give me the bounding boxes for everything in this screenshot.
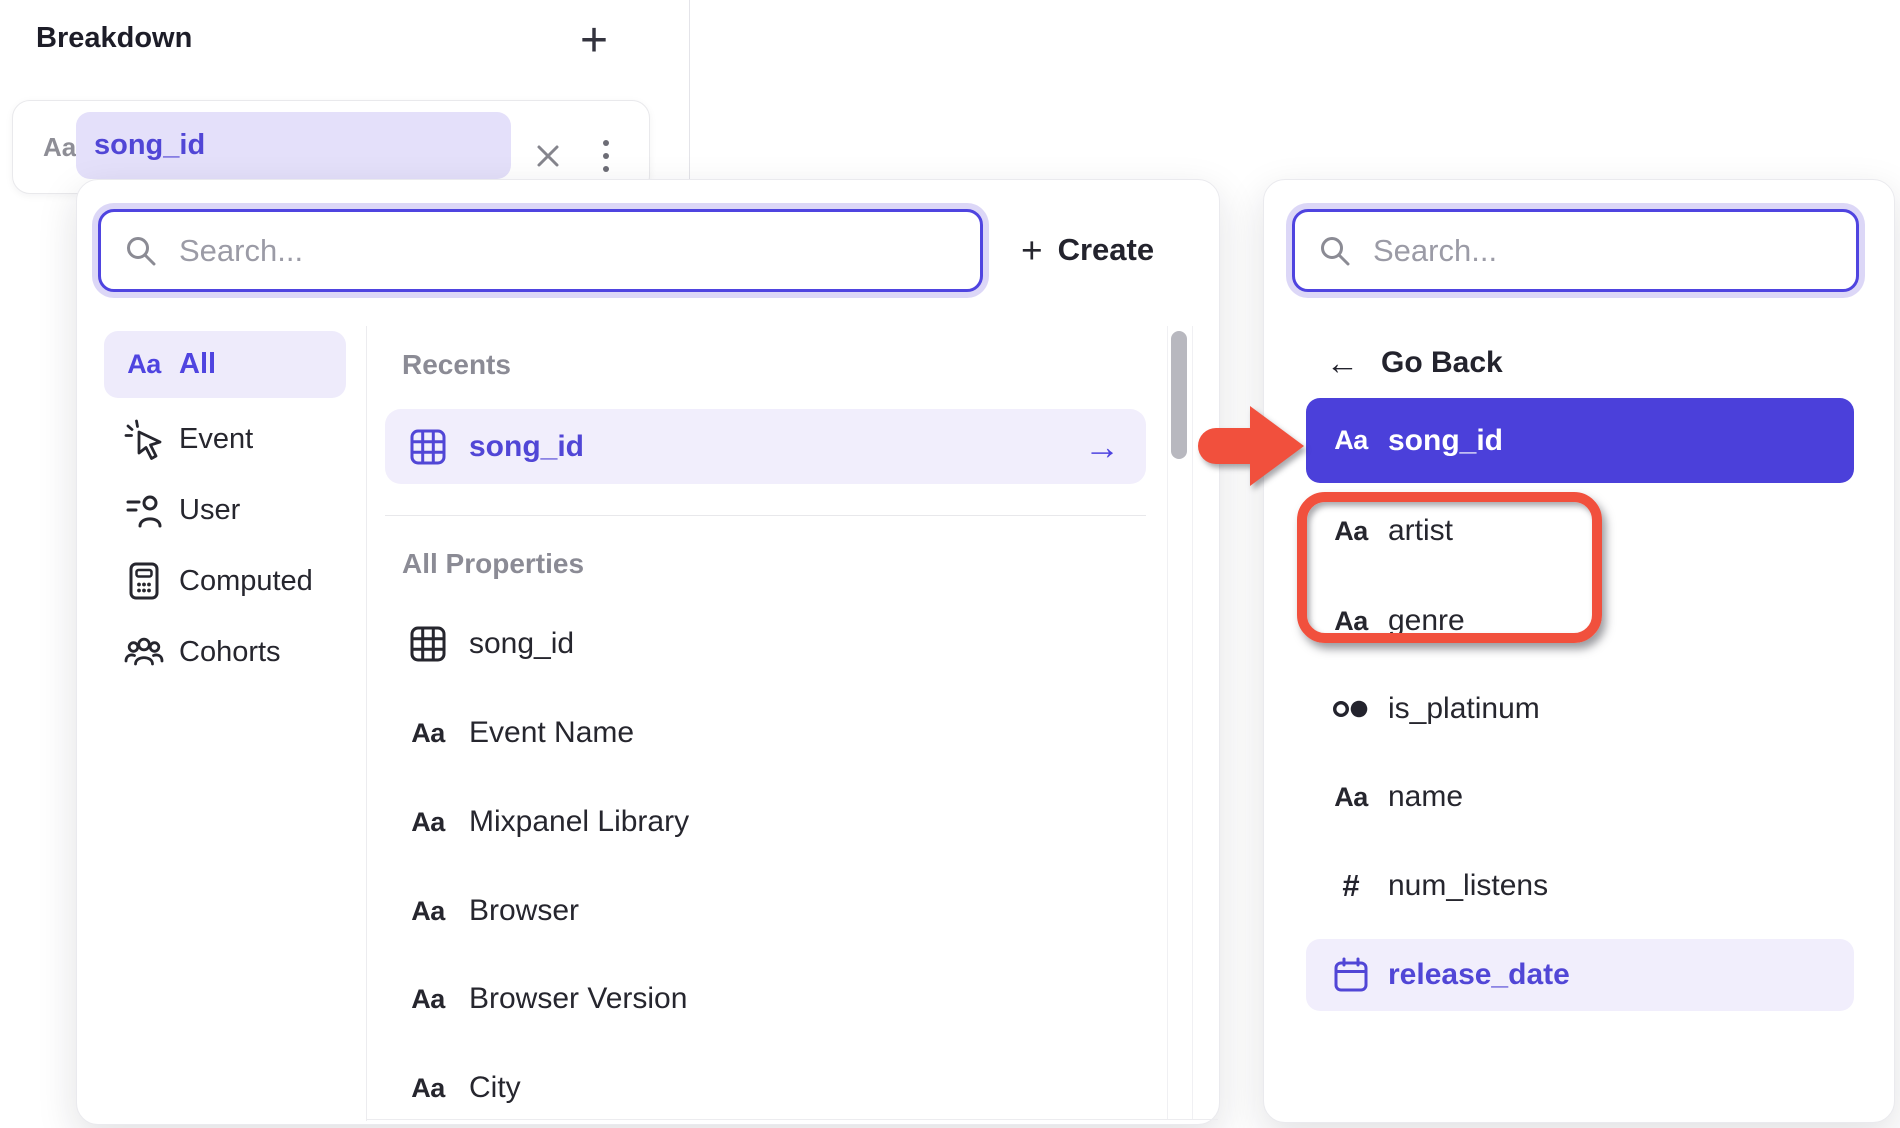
text-type-icon: Aa: [405, 718, 451, 749]
field-item-genre[interactable]: Aa genre: [1306, 586, 1854, 656]
calculator-icon: [122, 559, 166, 603]
property-item-song-id[interactable]: song_id: [385, 600, 1147, 688]
property-label: Mixpanel Library: [469, 805, 689, 839]
breakdown-section-title: Breakdown: [36, 22, 192, 55]
text-type-icon: Aa: [1328, 606, 1374, 637]
recent-item-song-id[interactable]: song_id →: [385, 409, 1146, 484]
user-icon: [122, 488, 166, 532]
app-screen: Breakdown + Aa song_id + Create Aa All: [0, 0, 1900, 1128]
field-label: artist: [1388, 514, 1453, 548]
bottom-divider: [366, 1119, 1218, 1120]
field-label: is_platinum: [1388, 692, 1540, 726]
field-item-num-listens[interactable]: # num_listens: [1306, 851, 1854, 921]
property-item-city[interactable]: Aa City: [385, 1044, 1147, 1128]
category-tab-event[interactable]: Event: [104, 407, 346, 471]
category-label: User: [179, 494, 240, 527]
table-grid-icon: [405, 427, 451, 467]
value-search[interactable]: [1292, 209, 1859, 292]
property-values-panel: ← Go Back Aa song_id Aa artist Aa genre …: [1263, 179, 1895, 1123]
field-item-song-id[interactable]: Aa song_id: [1306, 398, 1854, 483]
text-type-icon: Aa: [1328, 425, 1374, 456]
table-grid-icon: [405, 624, 451, 664]
recents-header: Recents: [402, 345, 802, 385]
go-back-button[interactable]: ← Go Back: [1326, 341, 1503, 385]
field-item-name[interactable]: Aa name: [1306, 762, 1854, 832]
arrow-right-icon: →: [1084, 426, 1120, 468]
field-label: num_listens: [1388, 869, 1548, 903]
category-tab-all[interactable]: Aa All: [104, 331, 346, 398]
scrollbar-thumb[interactable]: [1171, 331, 1187, 459]
create-property-button[interactable]: + Create: [1021, 226, 1154, 274]
create-label: Create: [1058, 232, 1155, 268]
field-label: song_id: [1388, 424, 1503, 458]
text-type-icon: Aa: [1328, 782, 1374, 813]
property-item-browser-version[interactable]: Aa Browser Version: [385, 955, 1147, 1043]
calendar-icon: [1328, 955, 1374, 995]
panel-divider: [689, 0, 690, 180]
text-type-icon: Aa: [405, 984, 451, 1015]
breakdown-chip[interactable]: song_id: [76, 112, 511, 179]
section-divider: [385, 515, 1146, 516]
add-breakdown-button[interactable]: +: [566, 12, 622, 68]
category-tab-cohorts[interactable]: Cohorts: [104, 620, 346, 684]
search-input[interactable]: [1371, 232, 1834, 270]
column-divider: [366, 326, 367, 1121]
plus-icon: +: [1021, 232, 1043, 269]
number-icon: #: [1328, 868, 1374, 904]
property-item-mixpanel-library[interactable]: Aa Mixpanel Library: [385, 778, 1147, 866]
plus-icon: +: [580, 13, 608, 68]
field-item-release-date[interactable]: release_date: [1306, 939, 1854, 1011]
category-tab-user[interactable]: User: [104, 478, 346, 542]
text-type-icon: Aa: [122, 349, 166, 380]
field-item-artist[interactable]: Aa artist: [1306, 496, 1854, 566]
property-label: City: [469, 1071, 521, 1105]
text-type-icon: Aa: [405, 896, 451, 927]
property-picker-panel: + Create Aa All Event User: [76, 179, 1220, 1125]
field-label: genre: [1388, 604, 1465, 638]
text-type-icon: Aa: [405, 1073, 451, 1104]
search-input[interactable]: [177, 232, 958, 270]
breakdown-options-button[interactable]: [591, 131, 621, 181]
field-label: name: [1388, 780, 1463, 814]
event-cursor-icon: [122, 417, 166, 461]
category-label: Cohorts: [179, 636, 281, 669]
breakdown-chip-value: song_id: [94, 129, 205, 162]
go-back-label: Go Back: [1381, 346, 1503, 380]
property-search[interactable]: [98, 209, 983, 292]
text-type-icon: Aa: [1328, 516, 1374, 547]
property-label: Browser: [469, 894, 579, 928]
all-properties-header: All Properties: [402, 544, 802, 584]
property-label: song_id: [469, 430, 584, 464]
remove-breakdown-button[interactable]: [527, 135, 569, 177]
property-item-browser[interactable]: Aa Browser: [385, 867, 1147, 955]
close-icon: [531, 139, 565, 173]
property-item-event-name[interactable]: Aa Event Name: [385, 689, 1147, 777]
arrow-left-icon: ←: [1326, 344, 1359, 382]
field-item-is-platinum[interactable]: is_platinum: [1306, 674, 1854, 744]
search-icon: [123, 233, 159, 269]
text-type-icon: Aa: [405, 807, 451, 838]
text-type-icon: Aa: [43, 101, 76, 193]
field-label: release_date: [1388, 958, 1570, 992]
category-label: Computed: [179, 565, 313, 598]
search-icon: [1317, 233, 1353, 269]
category-tab-computed[interactable]: Computed: [104, 549, 346, 613]
property-label: Browser Version: [469, 982, 687, 1016]
boolean-icon: [1328, 689, 1374, 729]
people-group-icon: [122, 630, 166, 674]
property-label: song_id: [469, 627, 574, 661]
property-label: Event Name: [469, 716, 634, 750]
category-label: Event: [179, 423, 253, 456]
category-label: All: [179, 348, 216, 381]
